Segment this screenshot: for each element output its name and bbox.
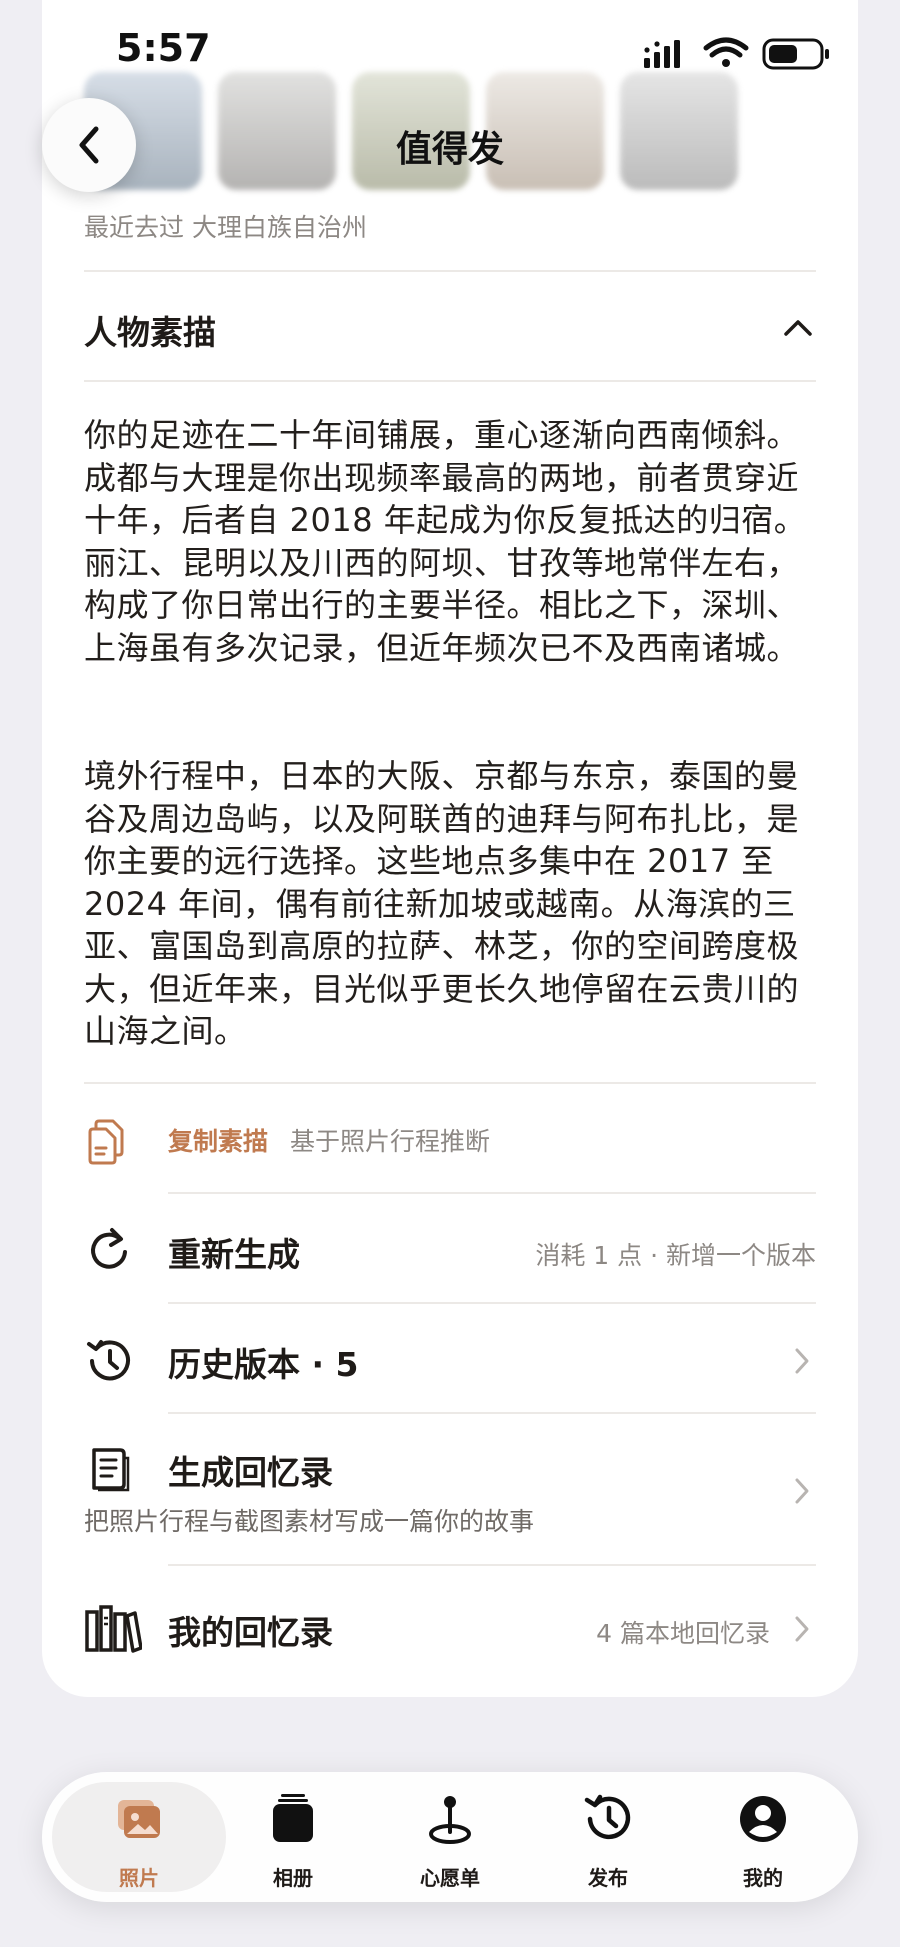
location-pin-icon — [429, 1796, 471, 1844]
section-title: 人物素描 — [84, 313, 216, 352]
tab-photos[interactable]: 照片 — [69, 1772, 209, 1902]
tab-label: 我的 — [743, 1866, 783, 1890]
divider — [168, 1302, 816, 1304]
profile-icon — [740, 1796, 786, 1842]
tab-label: 相册 — [273, 1866, 313, 1890]
tab-bar: 照片 相册 心愿单 发布 我的 — [42, 1772, 858, 1902]
copy-sketch-button[interactable]: 复制素描 基于照片行程推断 — [84, 1112, 816, 1168]
signal-icon — [644, 40, 680, 68]
copy-sketch-hint: 基于照片行程推断 — [290, 1127, 491, 1156]
books-icon — [85, 1605, 142, 1653]
chevron-right-icon — [795, 1348, 809, 1374]
tab-albums[interactable]: 相册 — [223, 1772, 363, 1902]
tab-publish[interactable]: 发布 — [538, 1772, 678, 1902]
status-bar: 5:57 — [0, 0, 900, 110]
tab-wishlist[interactable]: 心愿单 — [380, 1772, 520, 1902]
tab-label: 发布 — [588, 1866, 628, 1890]
chevron-up-icon[interactable] — [780, 312, 816, 342]
tab-mine[interactable]: 我的 — [693, 1772, 833, 1902]
my-memoirs-row[interactable]: 我的回忆录 4 篇本地回忆录 — [84, 1602, 816, 1662]
copy-sketch-label: 复制素描 — [168, 1127, 269, 1156]
sketch-paragraph: 你的足迹在二十年间铺展，重心逐渐向西南倾斜。成都与大理是你出现频率最高的两地，前… — [84, 416, 807, 667]
sketch-paragraph: 境外行程中，日本的大阪、京都与东京，泰国的曼谷及周边岛屿，以及阿联酋的迪拜与阿布… — [84, 757, 800, 1050]
regenerate-row[interactable]: 重新生成 消耗 1 点 · 新增一个版本 — [84, 1222, 816, 1282]
divider — [84, 380, 816, 382]
recent-location: 最近去过 大理白族自治州 — [84, 213, 367, 242]
my-memoirs-title: 我的回忆录 — [168, 1613, 333, 1652]
tab-label: 照片 — [119, 1866, 159, 1890]
regenerate-cost: 消耗 1 点 · 新增一个版本 — [535, 1241, 816, 1270]
page-title: 值得发 — [395, 129, 504, 170]
history-icon — [87, 1340, 130, 1381]
history-versions-title: 历史版本 · 5 — [168, 1345, 359, 1384]
status-time: 5:57 — [116, 26, 211, 70]
divider — [84, 270, 816, 272]
divider — [168, 1564, 816, 1566]
generate-memoir-title: 生成回忆录 — [168, 1453, 333, 1492]
divider — [84, 1082, 816, 1084]
refresh-icon — [91, 1228, 127, 1269]
photos-icon — [118, 1800, 160, 1838]
my-memoirs-count: 4 篇本地回忆录 — [596, 1619, 770, 1648]
chevron-right-icon — [795, 1478, 809, 1504]
copy-icon — [88, 1119, 124, 1165]
chevron-right-icon — [795, 1616, 809, 1642]
regenerate-title: 重新生成 — [168, 1235, 300, 1274]
generate-memoir-subtitle: 把照片行程与截图素材写成一篇你的故事 — [84, 1507, 535, 1536]
document-icon — [92, 1448, 130, 1492]
divider — [168, 1192, 816, 1194]
wifi-icon — [703, 37, 749, 67]
divider — [168, 1412, 816, 1414]
tab-label: 心愿单 — [420, 1866, 480, 1890]
battery-icon — [762, 38, 829, 70]
history-icon — [584, 1794, 631, 1840]
history-versions-row[interactable]: 历史版本 · 5 — [84, 1332, 816, 1392]
albums-icon — [273, 1794, 313, 1842]
status-icons — [644, 37, 829, 70]
generate-memoir-row[interactable]: 生成回忆录 把照片行程与截图素材写成一篇你的故事 — [84, 1440, 816, 1540]
